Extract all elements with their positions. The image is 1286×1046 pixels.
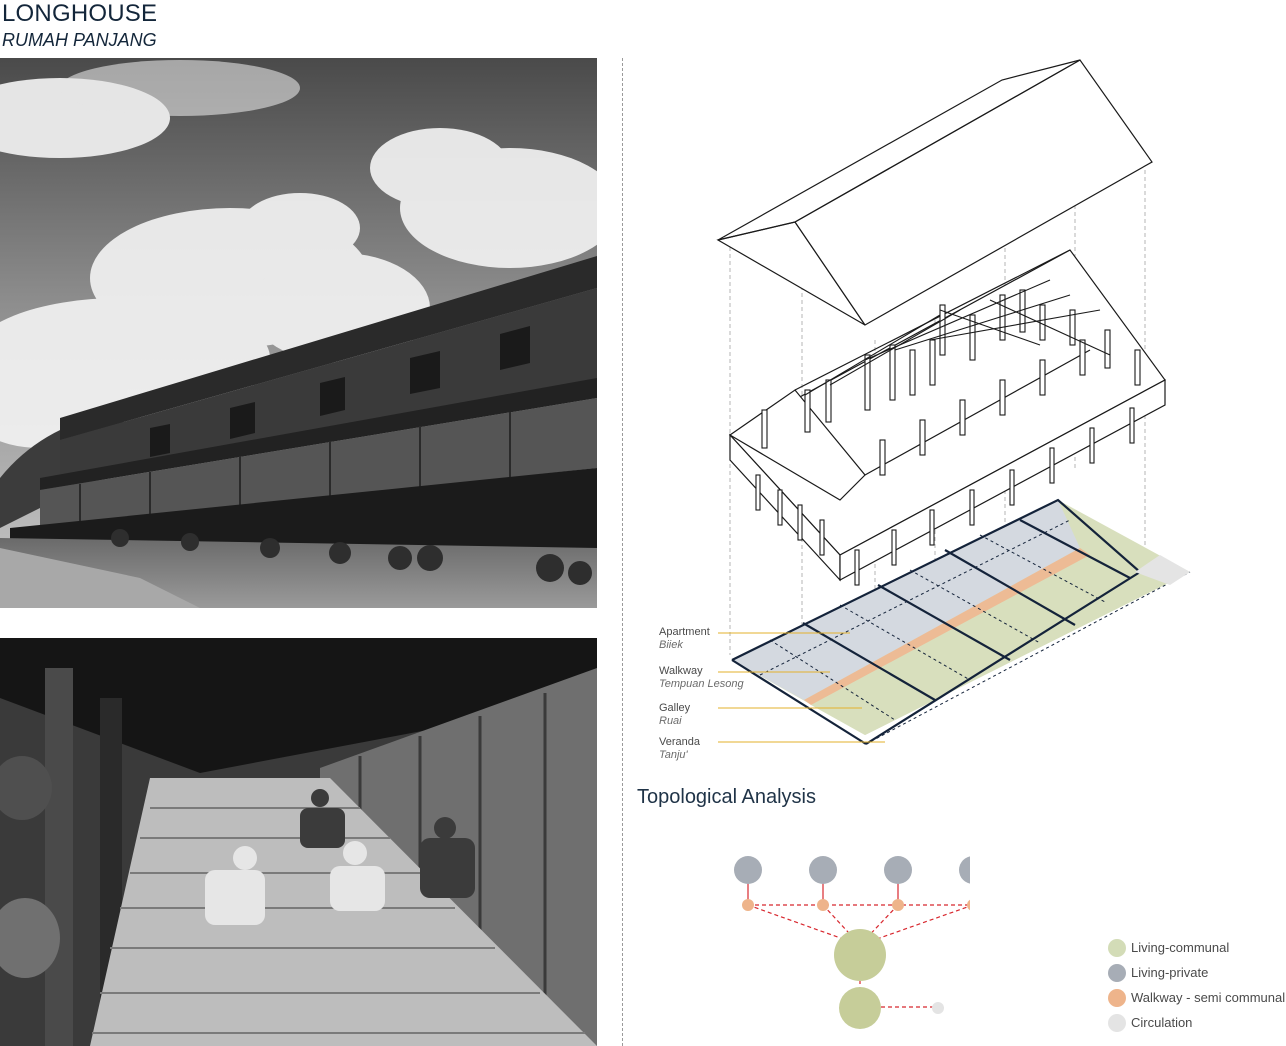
node-private-4	[959, 856, 970, 884]
node-walkway-2	[817, 899, 829, 911]
legend-swatch	[1108, 1014, 1126, 1032]
vertical-divider	[622, 58, 623, 1046]
legend-swatch	[1108, 939, 1126, 957]
node-walkway-1	[742, 899, 754, 911]
page-title: LONGHOUSE	[2, 0, 158, 27]
page-subtitle: RUMAH PANJANG	[2, 30, 157, 50]
node-private-3	[884, 856, 912, 884]
label-walkway: Walkway Tempuan Lesong	[659, 665, 744, 690]
node-private-1	[734, 856, 762, 884]
legend-swatch	[1108, 989, 1126, 1007]
node-communal-secondary	[839, 987, 881, 1029]
node-circulation	[932, 1002, 944, 1014]
node-walkway-3	[892, 899, 904, 911]
topology-title: Topological Analysis	[637, 786, 816, 808]
legend-swatch	[1108, 964, 1126, 982]
node-communal-main	[834, 929, 886, 981]
longhouse-interior-photo	[0, 638, 597, 1046]
longhouse-exterior-photo	[0, 58, 597, 608]
label-apartment: Apartment Biiek	[659, 626, 710, 651]
topology-graph	[734, 856, 970, 1029]
node-walkway-4	[967, 899, 970, 911]
label-veranda: Veranda Tanju'	[659, 736, 700, 761]
label-galley: Galley Ruai	[659, 702, 691, 727]
node-private-2	[809, 856, 837, 884]
